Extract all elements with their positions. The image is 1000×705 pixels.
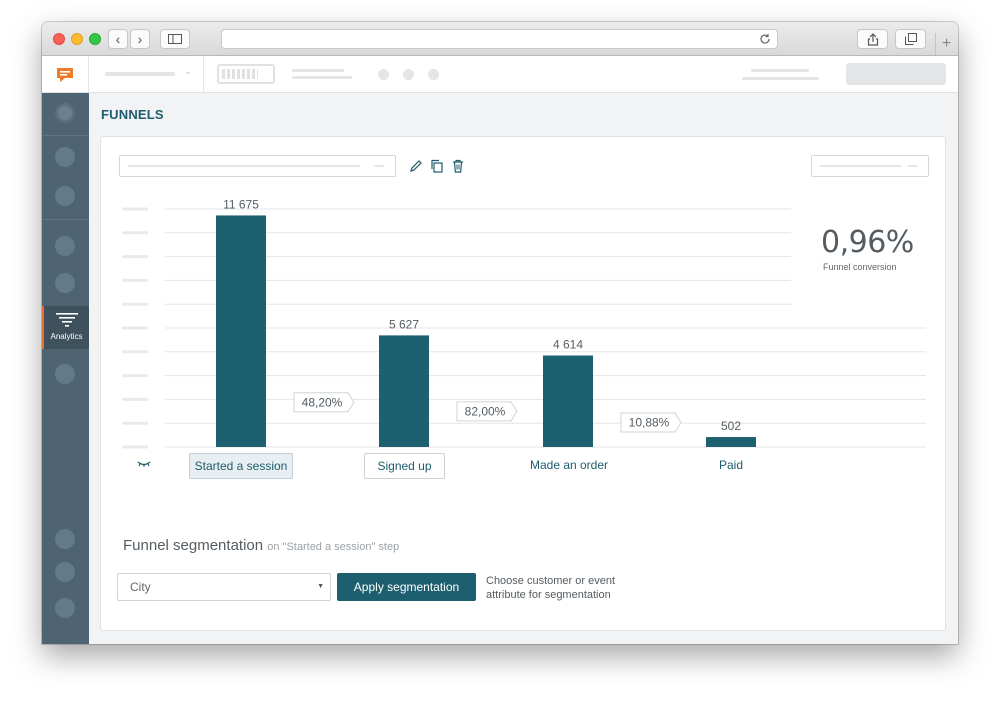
sidebar-item[interactable] bbox=[55, 273, 75, 293]
app-header: ⌄ bbox=[42, 56, 958, 93]
header-dot bbox=[403, 69, 414, 80]
y-tick-placeholder bbox=[122, 278, 148, 282]
bar-value-label: 4 614 bbox=[553, 337, 583, 351]
battery-indicator bbox=[217, 64, 275, 84]
plus-icon: + bbox=[941, 35, 952, 52]
step-conversion-label: 82,00% bbox=[465, 404, 506, 418]
header-placeholder bbox=[292, 69, 344, 72]
funnel-icon bbox=[56, 313, 78, 327]
back-button[interactable]: ‹ bbox=[108, 29, 128, 49]
forward-button[interactable]: › bbox=[130, 29, 150, 49]
header-dot bbox=[428, 69, 439, 80]
funnel-conversion-label: Funnel conversion bbox=[823, 262, 897, 272]
funnel-bar[interactable] bbox=[543, 355, 593, 447]
y-tick-placeholder bbox=[122, 302, 148, 306]
sidebar: Analytics bbox=[42, 93, 89, 644]
step-tab-signed-up[interactable]: Signed up bbox=[364, 453, 445, 479]
segmentation-title: Funnel segmentation bbox=[123, 537, 264, 554]
date-range-selector[interactable] bbox=[811, 155, 929, 177]
sidebar-item[interactable] bbox=[55, 103, 75, 123]
bar-value-label: 11 675 bbox=[223, 199, 259, 211]
y-tick-placeholder bbox=[122, 350, 148, 354]
sidebar-item[interactable] bbox=[55, 529, 75, 549]
apply-segmentation-button[interactable]: Apply segmentation bbox=[337, 573, 476, 601]
page-title: FUNNELS bbox=[101, 107, 164, 122]
funnel-bar[interactable] bbox=[706, 437, 756, 447]
step-tab-made-an-order[interactable]: Made an order bbox=[519, 453, 619, 479]
funnel-bar[interactable] bbox=[379, 335, 429, 447]
copy-icon[interactable] bbox=[430, 159, 444, 173]
segmentation-subtitle: on "Started a session" step bbox=[267, 541, 400, 553]
logo-icon bbox=[57, 67, 73, 82]
chevron-left-icon: ‹ bbox=[115, 31, 121, 47]
sidebar-item-label: Analytics bbox=[50, 332, 83, 341]
browser-window: ‹ › + ⌄ Analytics FUNNELS 11 675 5 627 4… bbox=[42, 22, 958, 644]
address-bar[interactable] bbox=[221, 29, 778, 49]
funnel-bar[interactable] bbox=[216, 215, 266, 447]
y-tick-placeholder bbox=[122, 207, 148, 211]
maximize-window-button[interactable] bbox=[89, 33, 101, 45]
tabs-button[interactable] bbox=[895, 29, 926, 49]
header-dot bbox=[378, 69, 389, 80]
funnel-card: 11 675 5 627 4 614 502 48,20% 82,00% 10,88% 0,… bbox=[100, 136, 946, 631]
segmentation-heading: Funnel segmentation on "Started a sessio… bbox=[123, 537, 399, 554]
y-tick-placeholder bbox=[122, 374, 148, 378]
header-placeholder bbox=[742, 77, 819, 80]
y-tick-placeholder bbox=[122, 231, 148, 235]
minimize-window-button[interactable] bbox=[71, 33, 83, 45]
chevron-down-icon[interactable]: ⌄ bbox=[184, 66, 192, 77]
sidebar-item[interactable] bbox=[55, 598, 75, 618]
sidebar-item[interactable] bbox=[55, 147, 75, 167]
y-tick-placeholder bbox=[122, 421, 148, 425]
tabs-icon bbox=[904, 33, 917, 45]
step-conversion-label: 10,88% bbox=[629, 416, 670, 430]
y-tick-placeholder bbox=[122, 397, 148, 401]
new-tab-button[interactable]: + bbox=[935, 33, 957, 55]
project-selector[interactable] bbox=[105, 72, 175, 76]
caret-down-icon: ▼ bbox=[317, 583, 324, 590]
app-logo[interactable] bbox=[42, 56, 89, 93]
share-icon bbox=[867, 32, 878, 46]
share-button[interactable] bbox=[857, 29, 888, 49]
sidebar-item[interactable] bbox=[55, 562, 75, 582]
header-action-button[interactable] bbox=[846, 63, 946, 85]
sidebar-toggle-button[interactable] bbox=[160, 29, 190, 49]
reload-icon[interactable] bbox=[759, 33, 771, 45]
funnel-selector[interactable] bbox=[119, 155, 396, 177]
header-placeholder bbox=[292, 76, 352, 79]
sidebar-item[interactable] bbox=[55, 364, 75, 384]
divider bbox=[42, 135, 89, 136]
sidebar-icon bbox=[168, 34, 182, 44]
header-placeholder bbox=[751, 69, 809, 72]
sidebar-item[interactable] bbox=[55, 236, 75, 256]
funnel-conversion-value: 0,96% bbox=[821, 225, 914, 260]
y-tick-placeholder bbox=[122, 326, 148, 330]
segmentation-hint: Choose customer or event attribute for s… bbox=[486, 575, 616, 601]
segmentation-attribute-select[interactable]: City ▼ bbox=[117, 573, 331, 601]
sidebar-item[interactable] bbox=[55, 186, 75, 206]
pencil-icon[interactable] bbox=[409, 159, 423, 173]
y-tick-placeholder bbox=[122, 255, 148, 259]
divider bbox=[203, 56, 204, 93]
bar-value-label: 502 bbox=[721, 419, 741, 433]
select-value: City bbox=[130, 580, 151, 594]
bar-value-label: 5 627 bbox=[389, 317, 419, 331]
step-tab-started-a-session[interactable]: Started a session bbox=[189, 453, 293, 479]
step-tab-paid[interactable]: Paid bbox=[701, 453, 761, 479]
eye-closed-icon[interactable] bbox=[136, 458, 152, 470]
y-tick-placeholder bbox=[122, 445, 148, 449]
divider bbox=[42, 219, 89, 220]
chevron-right-icon: › bbox=[137, 31, 143, 47]
trash-icon[interactable] bbox=[451, 159, 465, 173]
step-conversion-label: 48,20% bbox=[302, 395, 343, 409]
browser-titlebar: ‹ › + bbox=[42, 22, 958, 56]
close-window-button[interactable] bbox=[53, 33, 65, 45]
sidebar-item-analytics[interactable]: Analytics bbox=[42, 306, 89, 349]
